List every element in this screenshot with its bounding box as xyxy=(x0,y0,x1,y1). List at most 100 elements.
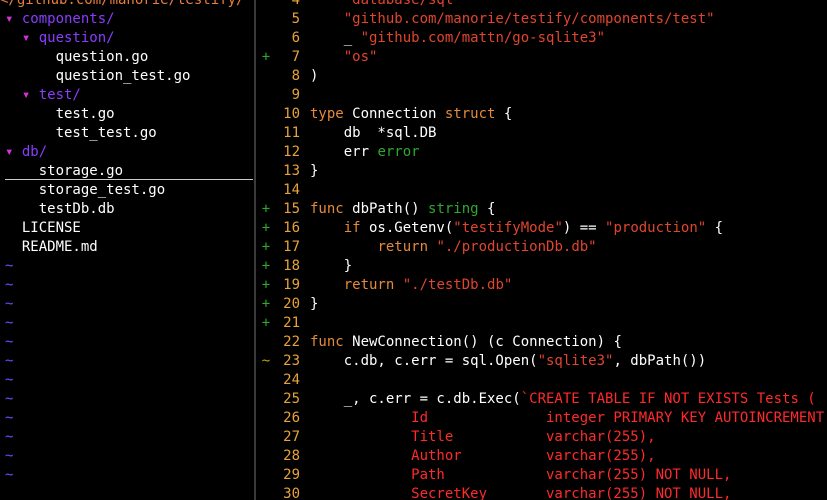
code-token-sql: SecretKey varchar(255) NOT NULL, xyxy=(310,486,732,500)
line-number: 8 xyxy=(291,68,300,84)
git-added-sign: + xyxy=(261,220,271,236)
code-line[interactable]: +16 if os.Getenv("testifyMode") == "prod… xyxy=(258,219,723,238)
code-line[interactable]: +7 "os" xyxy=(258,48,378,67)
git-added-sign: + xyxy=(261,201,271,217)
code-token-plain: Connection xyxy=(343,106,445,122)
code-line[interactable]: 24 xyxy=(258,371,310,390)
line-number: 15 xyxy=(283,201,300,217)
tree-item-label: README.md xyxy=(5,239,98,255)
line-number: 7 xyxy=(291,49,300,65)
tree-item-label: components/ xyxy=(21,11,115,27)
code-line[interactable]: ~23 c.db, c.err = sql.Open("sqlite3", db… xyxy=(258,352,706,371)
expanded-folder-icon[interactable]: ▾ xyxy=(5,11,22,27)
code-token-str: "os" xyxy=(310,49,378,65)
code-line[interactable]: 14 xyxy=(258,181,310,200)
code-token-plain: } xyxy=(310,296,319,312)
code-token-plain: c.db, c.err = sql.Open( xyxy=(310,353,538,369)
code-token-str: "sqlite3" xyxy=(537,353,614,369)
tree-file-item[interactable]: test_test.go xyxy=(5,124,157,143)
code-line[interactable]: +21 xyxy=(258,314,310,333)
code-line[interactable]: 9 xyxy=(258,86,310,105)
code-token-plain: } xyxy=(310,163,319,179)
code-token-str: "testifyMode" xyxy=(453,220,563,236)
cursor-line-underline xyxy=(5,179,253,180)
empty-line-tilde: ~ xyxy=(5,410,14,426)
git-added-sign: + xyxy=(261,49,271,65)
code-line[interactable]: 11 db *sql.DB xyxy=(258,124,436,143)
code-line[interactable]: +15 func dbPath() string { xyxy=(258,200,496,219)
code-line[interactable]: 26 Id integer PRIMARY KEY AUTOINCREMENT, xyxy=(258,409,827,428)
git-modified-sign: ~ xyxy=(261,353,271,369)
code-token-str: "github.com/mattn/go-sqlite3" xyxy=(360,30,606,46)
tree-item-label: testDb.db xyxy=(5,201,115,217)
code-line[interactable]: +17 return "./productionDb.db" xyxy=(258,238,597,257)
code-token-plain: NewConnection() (c Connection) { xyxy=(343,334,622,350)
empty-line-tilde: ~ xyxy=(5,372,14,388)
empty-line-tilde: ~ xyxy=(5,334,14,350)
code-token-kw: if xyxy=(343,220,361,236)
code-line[interactable]: 10 type Connection struct { xyxy=(258,105,512,124)
code-token-str: "./testDb.db" xyxy=(402,277,513,293)
code-token-plain: dbPath() xyxy=(343,201,429,217)
code-token-kw: struct xyxy=(444,106,496,122)
code-line[interactable]: 25 _, c.err = c.db.Exec(`CREATE TABLE IF… xyxy=(258,390,816,409)
code-editor[interactable]: 4 "database/sql" 5 "github.com/manorie/te… xyxy=(258,0,827,500)
line-number: 12 xyxy=(283,144,300,160)
line-number: 9 xyxy=(291,87,300,103)
code-line[interactable]: +19 return "./testDb.db" xyxy=(258,276,513,295)
line-number: 28 xyxy=(283,448,300,464)
code-token-sql: Author varchar(255), xyxy=(310,448,656,464)
tree-item-label: LICENSE xyxy=(5,220,81,236)
code-line[interactable]: 22 func NewConnection() (c Connection) { xyxy=(258,333,622,352)
expanded-folder-icon[interactable]: ▾ xyxy=(22,87,39,103)
code-token-plain: { xyxy=(706,220,724,236)
expanded-folder-icon[interactable]: ▾ xyxy=(5,144,22,160)
tree-file-item[interactable]: question_test.go xyxy=(5,67,191,86)
code-token-plain: ) == xyxy=(562,220,606,236)
code-line[interactable]: 27 Title varchar(255), xyxy=(258,428,655,447)
empty-line-tilde: ~ xyxy=(5,467,14,483)
code-token-plain: ) xyxy=(310,68,319,84)
git-added-sign: + xyxy=(261,258,271,274)
code-line[interactable]: 12 err error xyxy=(258,143,419,162)
line-number: 5 xyxy=(291,11,300,27)
code-line[interactable]: 13} xyxy=(258,162,318,181)
code-line[interactable]: +18 } xyxy=(258,257,352,276)
tree-item-label: test/ xyxy=(38,87,81,103)
window-split-divider[interactable] xyxy=(254,0,256,500)
tree-item-label: question.go xyxy=(5,49,149,65)
tree-file-item[interactable]: storage_test.go xyxy=(5,181,165,200)
code-line[interactable]: 8) xyxy=(258,67,319,86)
code-token-kw: func xyxy=(310,201,344,217)
tree-dir-item[interactable]: ▾ test/ xyxy=(5,86,81,105)
code-line[interactable]: 4 "database/sql" xyxy=(258,0,462,10)
tree-file-item[interactable]: question.go xyxy=(5,48,149,67)
tree-root-path[interactable]: </github.com/manorie/testify/ xyxy=(0,0,244,10)
expanded-folder-icon[interactable]: ▾ xyxy=(22,30,39,46)
code-line[interactable]: 6 _ "github.com/mattn/go-sqlite3" xyxy=(258,29,605,48)
code-line[interactable]: +20} xyxy=(258,295,319,314)
code-line[interactable]: 30 SecretKey varchar(255) NOT NULL, xyxy=(258,485,731,500)
line-number: 24 xyxy=(283,372,300,388)
git-added-sign: + xyxy=(261,315,271,331)
tree-file-item[interactable]: LICENSE xyxy=(5,219,81,238)
tree-item-label: db/ xyxy=(21,144,48,160)
code-token-plain: , dbPath()) xyxy=(613,353,707,369)
line-number: 22 xyxy=(283,334,300,350)
git-added-sign: + xyxy=(261,296,271,312)
tree-file-item[interactable]: testDb.db xyxy=(5,200,115,219)
code-line[interactable]: 5 "github.com/manorie/testify/components… xyxy=(258,10,715,29)
line-number: 13 xyxy=(283,163,300,179)
line-number: 30 xyxy=(283,486,300,500)
tree-dir-item[interactable]: ▾ components/ xyxy=(5,10,115,29)
line-number: 29 xyxy=(283,467,300,483)
code-token-str: "database/sql" xyxy=(310,0,462,8)
code-line[interactable]: 28 Author varchar(255), xyxy=(258,447,656,466)
tree-dir-item[interactable]: ▾ question/ xyxy=(5,29,115,48)
tree-file-item[interactable]: test.go xyxy=(5,105,115,124)
tree-file-item[interactable]: README.md xyxy=(5,238,98,257)
tree-dir-item[interactable]: ▾ db/ xyxy=(5,143,47,162)
code-line[interactable]: 29 Path varchar(255) NOT NULL, xyxy=(258,466,731,485)
